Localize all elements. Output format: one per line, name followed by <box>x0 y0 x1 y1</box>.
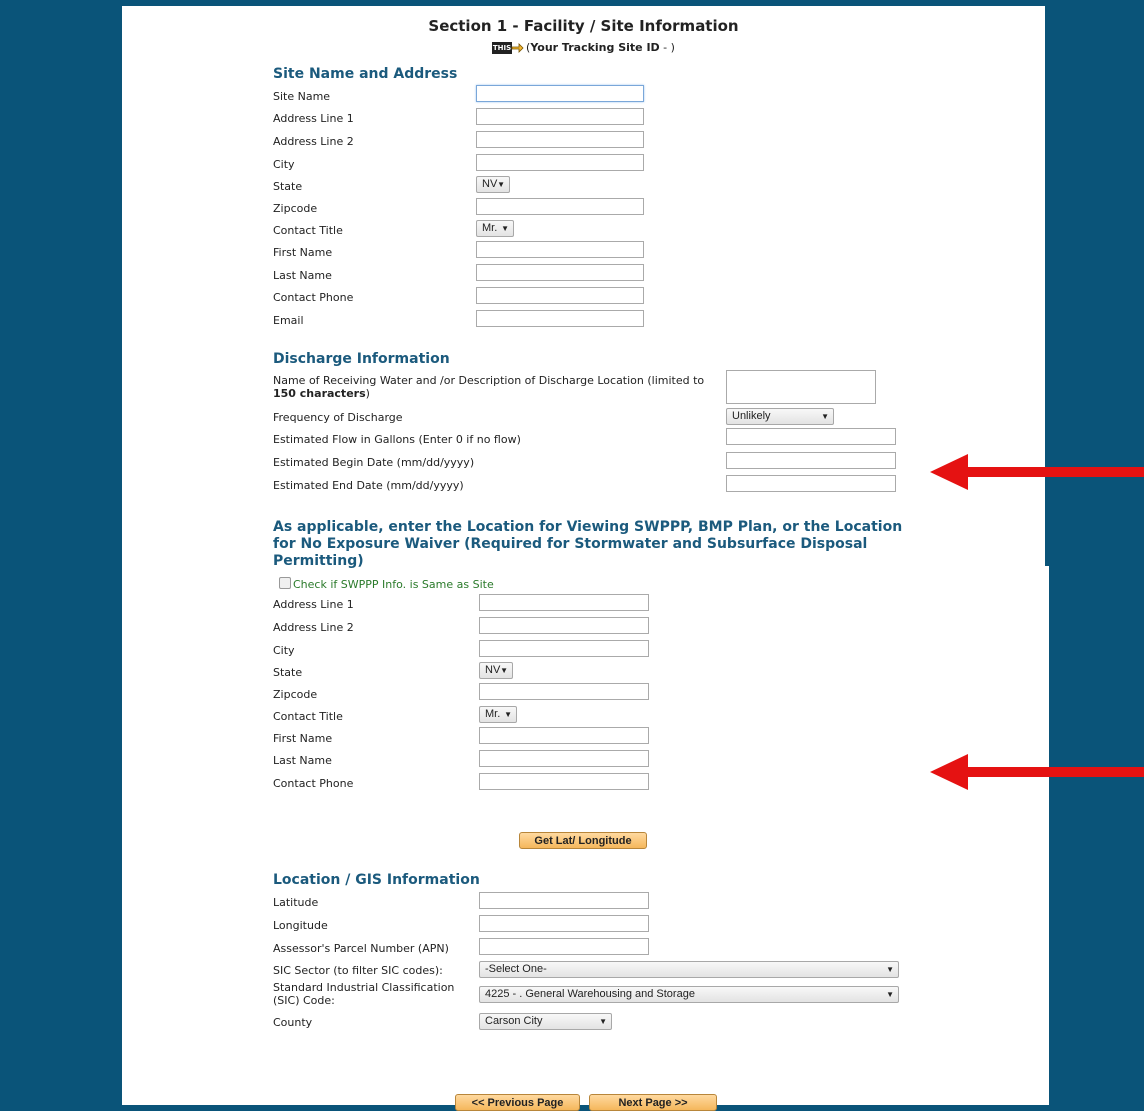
frequency-label: Frequency of Discharge <box>273 411 403 424</box>
county-select[interactable]: Carson City ▼ <box>479 1013 612 1030</box>
swppp-last-name-input[interactable] <box>479 750 649 767</box>
swppp-address2-label: Address Line 2 <box>273 621 354 634</box>
contact-phone-label: Contact Phone <box>273 291 354 304</box>
sic-sector-select[interactable]: -Select One- ▼ <box>479 961 899 978</box>
longitude-label: Longitude <box>273 919 328 932</box>
form-page: Section 1 - Facility / Site Information … <box>122 6 1045 1111</box>
city-input[interactable] <box>476 154 644 171</box>
latitude-input[interactable] <box>479 892 649 909</box>
gis-section-heading: Location / GIS Information <box>273 872 480 888</box>
dropdown-arrow-icon: ▼ <box>504 710 512 719</box>
address2-label: Address Line 2 <box>273 135 354 148</box>
checkbox-icon[interactable] <box>279 577 291 589</box>
sic-code-label: Standard Industrial Classification (SIC) … <box>273 981 455 1007</box>
zipcode-input[interactable] <box>476 198 644 215</box>
city-label: City <box>273 158 295 171</box>
dropdown-arrow-icon: ▼ <box>821 412 829 421</box>
site-section-heading: Site Name and Address <box>273 66 458 82</box>
first-name-input[interactable] <box>476 241 644 258</box>
swppp-first-name-input[interactable] <box>479 727 649 744</box>
swppp-state-select[interactable]: NV ▼ <box>479 662 513 679</box>
dropdown-arrow-icon: ▼ <box>886 990 894 999</box>
flow-label: Estimated Flow in Gallons (Enter 0 if no… <box>273 433 521 446</box>
swppp-state-label: State <box>273 666 303 679</box>
address2-input[interactable] <box>476 131 644 148</box>
contact-title-label: Contact Title <box>273 224 343 237</box>
state-label: State <box>273 180 303 193</box>
red-arrow-icon <box>930 754 1144 790</box>
swppp-address2-input[interactable] <box>479 617 649 634</box>
swppp-last-name-label: Last Name <box>273 754 332 767</box>
site-name-input[interactable] <box>476 85 644 102</box>
email-input[interactable] <box>476 310 644 327</box>
flow-input[interactable] <box>726 428 896 445</box>
address1-label: Address Line 1 <box>273 112 354 125</box>
last-name-label: Last Name <box>273 269 332 282</box>
sic-sector-label: SIC Sector (to filter SIC codes): <box>273 964 443 977</box>
pointing-hand-icon: THIS <box>492 40 524 56</box>
apn-input[interactable] <box>479 938 649 955</box>
swppp-first-name-label: First Name <box>273 732 333 745</box>
swppp-address1-label: Address Line 1 <box>273 598 354 611</box>
dropdown-arrow-icon: ▼ <box>500 666 508 675</box>
swppp-contact-title-label: Contact Title <box>273 710 343 723</box>
discharge-section-heading: Discharge Information <box>273 351 450 367</box>
dropdown-arrow-icon: ▼ <box>501 224 509 233</box>
swppp-contact-phone-label: Contact Phone <box>273 777 354 790</box>
first-name-label: First Name <box>273 246 333 259</box>
begin-date-input[interactable] <box>726 452 896 469</box>
address1-input[interactable] <box>476 108 644 125</box>
end-date-input[interactable] <box>726 475 896 492</box>
contact-title-select[interactable]: Mr. ▼ <box>476 220 514 237</box>
tracking-site-id: THIS (Your Tracking Site ID - ) <box>492 40 675 56</box>
swppp-section-heading: As applicable, enter the Location for Vi… <box>273 519 903 569</box>
swppp-contact-title-select[interactable]: Mr. ▼ <box>479 706 517 723</box>
next-page-button[interactable]: Next Page >> <box>589 1094 717 1111</box>
site-name-label: Site Name <box>273 90 331 103</box>
sic-code-select[interactable]: 4225 - . General Warehousing and Storage… <box>479 986 899 1003</box>
receiving-water-label: Name of Receiving Water and /or Descript… <box>273 374 705 400</box>
swppp-city-label: City <box>273 644 295 657</box>
email-label: Email <box>273 314 304 327</box>
page-title: Section 1 - Facility / Site Information <box>428 17 739 35</box>
last-name-input[interactable] <box>476 264 644 281</box>
red-arrow-icon <box>930 454 1144 490</box>
county-label: County <box>273 1016 313 1029</box>
swppp-city-input[interactable] <box>479 640 649 657</box>
longitude-input[interactable] <box>479 915 649 932</box>
swppp-address1-input[interactable] <box>479 594 649 611</box>
latitude-label: Latitude <box>273 896 319 909</box>
apn-label: Assessor's Parcel Number (APN) <box>273 942 449 955</box>
state-select[interactable]: NV ▼ <box>476 176 510 193</box>
get-lat-longitude-button[interactable]: Get Lat/ Longitude <box>519 832 647 849</box>
zipcode-label: Zipcode <box>273 202 318 215</box>
swppp-zipcode-input[interactable] <box>479 683 649 700</box>
same-as-site-checkbox[interactable]: Check if SWPPP Info. is Same as Site <box>279 577 494 591</box>
page-edge <box>1045 566 1049 1105</box>
previous-page-button[interactable]: << Previous Page <box>455 1094 580 1111</box>
swppp-contact-phone-input[interactable] <box>479 773 649 790</box>
end-date-label: Estimated End Date (mm/dd/yyyy) <box>273 479 464 492</box>
begin-date-label: Estimated Begin Date (mm/dd/yyyy) <box>273 456 475 469</box>
dropdown-arrow-icon: ▼ <box>599 1017 607 1026</box>
contact-phone-input[interactable] <box>476 287 644 304</box>
swppp-zipcode-label: Zipcode <box>273 688 318 701</box>
dropdown-arrow-icon: ▼ <box>497 180 505 189</box>
dropdown-arrow-icon: ▼ <box>886 965 894 974</box>
frequency-select[interactable]: Unlikely ▼ <box>726 408 834 425</box>
receiving-water-textarea[interactable] <box>726 370 876 404</box>
